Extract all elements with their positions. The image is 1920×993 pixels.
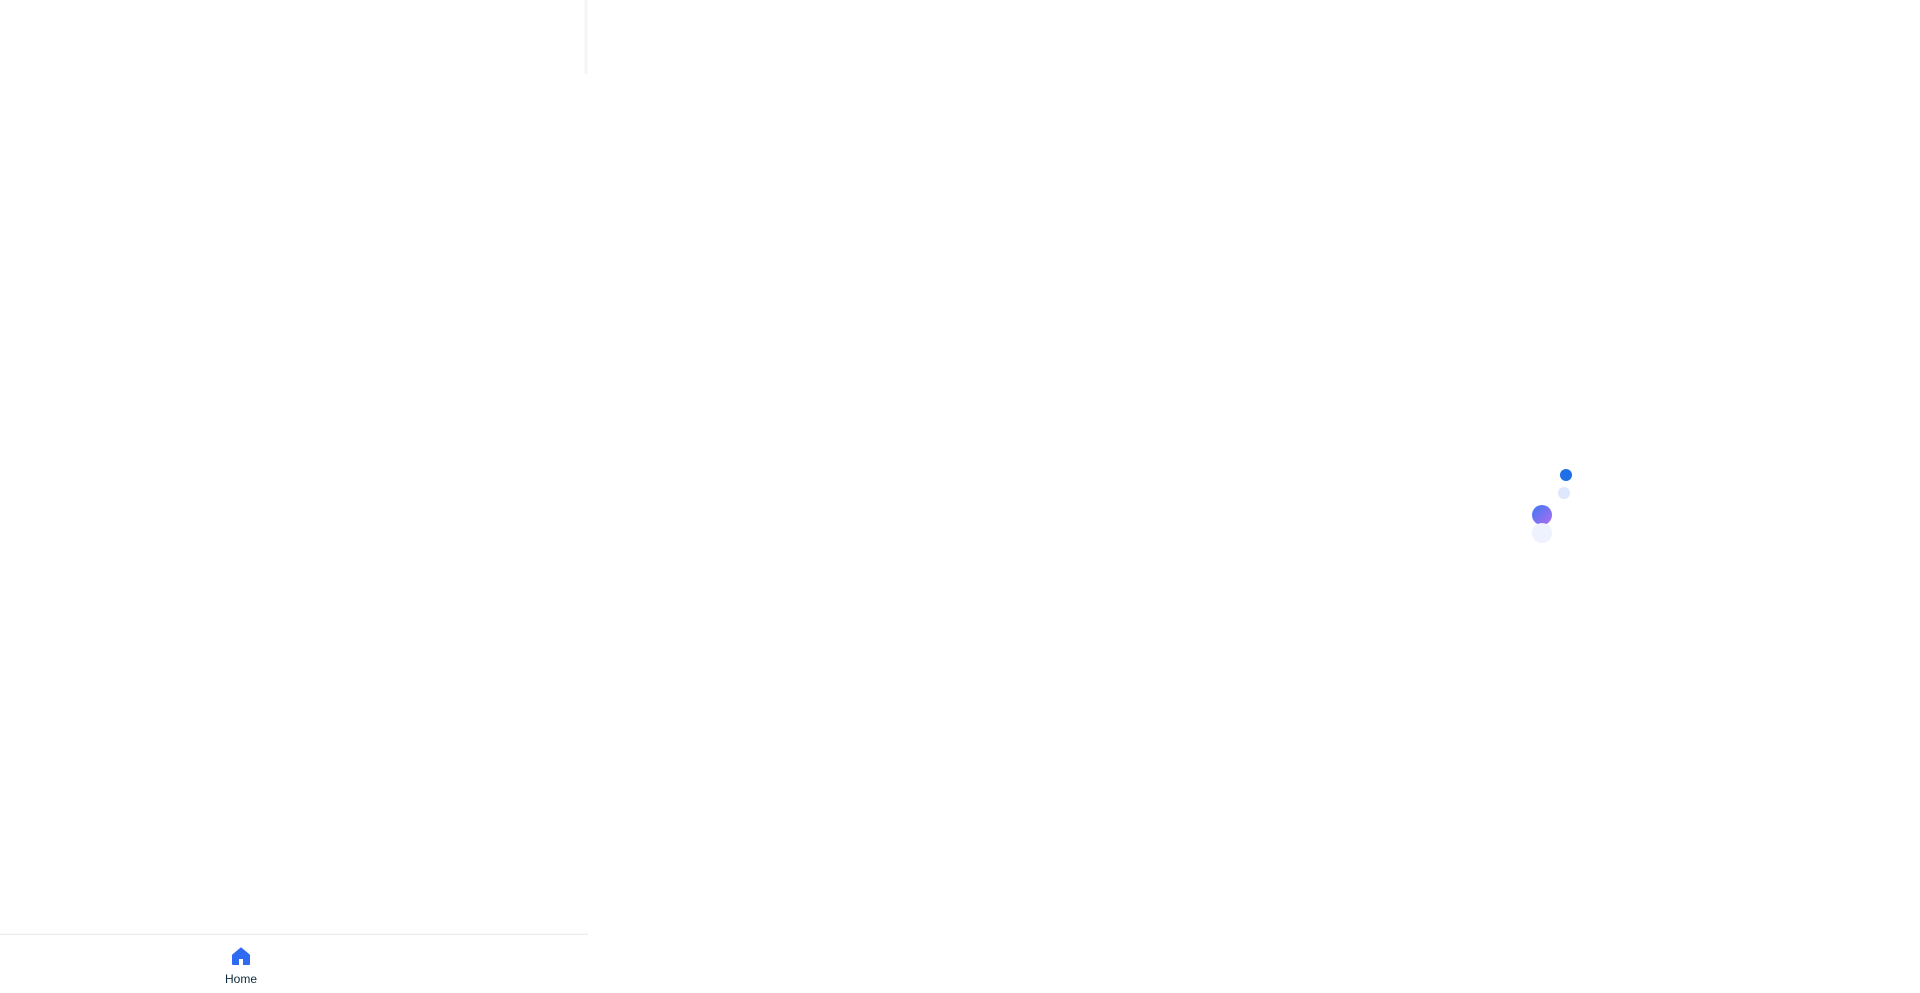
left-panel: Home [0, 0, 588, 993]
home-icon [229, 944, 253, 968]
bottom-navigation: Home [0, 934, 588, 993]
loading-spinner [1524, 463, 1584, 543]
spinner-dot-faint [1558, 487, 1570, 499]
spinner-dot-shadow [1532, 523, 1552, 543]
spinner-dot-large [1532, 505, 1552, 525]
nav-label-home: Home [224, 972, 257, 986]
nav-item-home[interactable]: Home [201, 936, 281, 992]
spinner-dot-primary [1560, 469, 1572, 481]
app-root: Home [0, 0, 1920, 993]
main-content [588, 0, 1920, 993]
